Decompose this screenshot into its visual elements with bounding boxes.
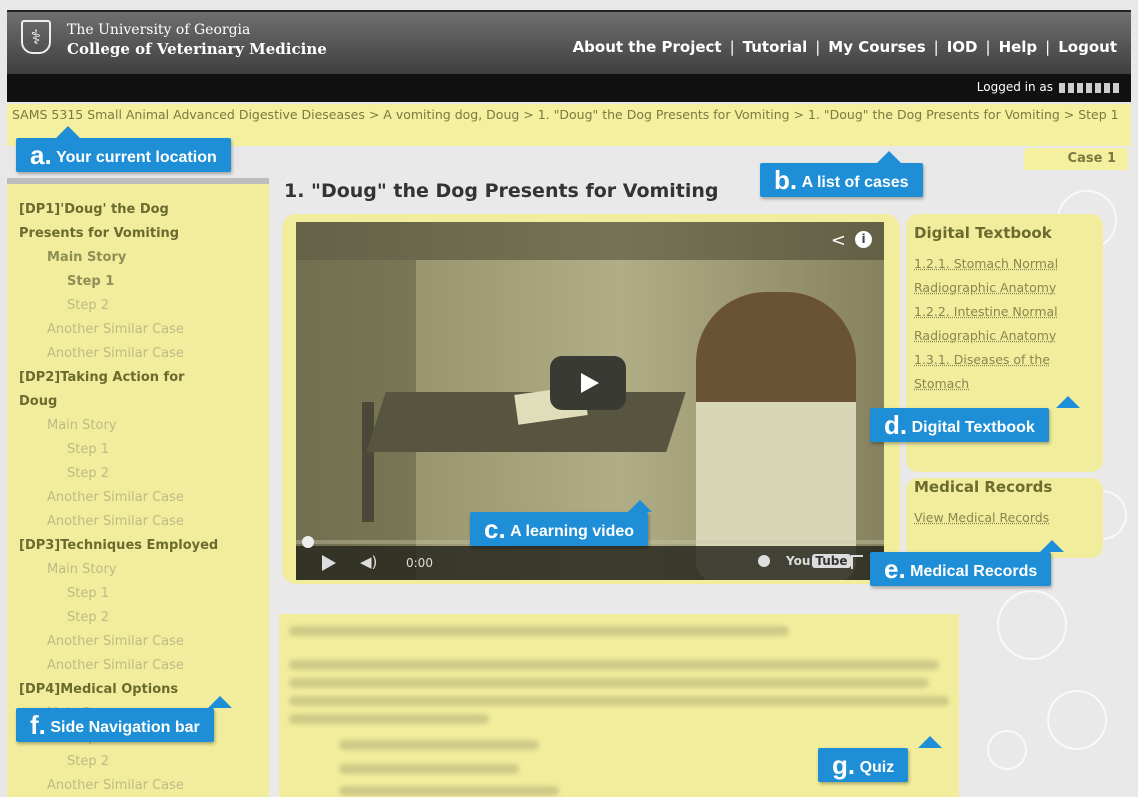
medical-records-panel: Medical Records View Medical Records bbox=[906, 478, 1103, 558]
site-header: ⚕ The University of Georgia College of V… bbox=[7, 10, 1131, 74]
sidebar-similar-case-item[interactable]: Another Similar Case bbox=[7, 486, 269, 510]
callout-current-location: a. Your current location bbox=[16, 126, 231, 172]
nav-tutorial[interactable]: Tutorial bbox=[743, 38, 808, 56]
textbook-link[interactable]: Radiographic Anatomy bbox=[914, 276, 1095, 300]
volume-icon[interactable]: ◀) bbox=[360, 553, 377, 571]
sidebar-step-item[interactable]: Step 1 bbox=[7, 438, 269, 462]
video-time: 0:00 bbox=[406, 556, 433, 570]
sidebar-main-story-item[interactable]: Main Story bbox=[7, 246, 269, 270]
callout-case-list: b. A list of cases bbox=[760, 151, 923, 197]
textbook-link[interactable]: Radiographic Anatomy bbox=[914, 324, 1095, 348]
callout-digital-textbook: d. Digital Textbook bbox=[870, 396, 1080, 442]
nav-separator: | bbox=[1045, 38, 1051, 56]
sidebar-similar-case-item[interactable]: Another Similar Case bbox=[7, 630, 269, 654]
case-tab[interactable]: Case 1 bbox=[1024, 148, 1128, 170]
sidebar-similar-case-item[interactable]: Another Similar Case bbox=[7, 774, 269, 797]
sidebar-step-item[interactable]: Step 1 bbox=[7, 582, 269, 606]
watch-later-icon[interactable] bbox=[758, 555, 770, 567]
swirl-decoration bbox=[997, 590, 1067, 660]
nav-separator: | bbox=[729, 38, 735, 56]
callout-medical-records: e. Medical Records bbox=[870, 540, 1065, 586]
callout-learning-video: c. A learning video bbox=[470, 500, 653, 546]
sidebar-step-item[interactable]: Step 1 bbox=[7, 270, 269, 294]
sidebar-main-story-item[interactable]: Main Story bbox=[7, 414, 269, 438]
sidebar-similar-case-item[interactable]: Another Similar Case bbox=[7, 342, 269, 366]
blurred-text bbox=[339, 786, 559, 796]
callout-quiz: g. Quiz bbox=[818, 736, 943, 782]
nav-logout[interactable]: Logout bbox=[1058, 38, 1117, 56]
play-button[interactable] bbox=[550, 356, 626, 410]
blurred-text bbox=[289, 626, 789, 636]
view-medical-records-link[interactable]: View Medical Records bbox=[914, 506, 1095, 530]
video-controls: ◀) 0:00 You Tube bbox=[296, 536, 884, 580]
login-bar: Logged in as bbox=[7, 74, 1131, 102]
records-heading: Medical Records bbox=[914, 478, 1053, 496]
blurred-text bbox=[289, 714, 489, 724]
callout-side-navigation: f. Side Navigation bar bbox=[16, 696, 232, 742]
textbook-heading: Digital Textbook bbox=[914, 224, 1052, 242]
blurred-text bbox=[339, 764, 519, 774]
nav-separator: | bbox=[815, 38, 821, 56]
nav-separator: | bbox=[933, 38, 939, 56]
blurred-text bbox=[339, 740, 539, 750]
video-scene bbox=[362, 402, 374, 522]
sidebar-similar-case-item[interactable]: Another Similar Case bbox=[7, 318, 269, 342]
university-name: The University of Georgia bbox=[67, 22, 251, 38]
swirl-decoration bbox=[987, 730, 1027, 770]
youtube-logo[interactable]: You Tube bbox=[786, 554, 851, 568]
sidebar-case-item[interactable]: [DP2]Taking Action for bbox=[7, 366, 269, 390]
nav-about[interactable]: About the Project bbox=[573, 38, 722, 56]
sidebar-step-item[interactable]: Step 2 bbox=[7, 462, 269, 486]
nav-iod[interactable]: IOD bbox=[947, 38, 978, 56]
nav-my-courses[interactable]: My Courses bbox=[828, 38, 925, 56]
swirl-decoration bbox=[1047, 690, 1107, 750]
nav-separator: | bbox=[985, 38, 991, 56]
textbook-link[interactable]: 1.2.1. Stomach Normal bbox=[914, 252, 1095, 276]
fullscreen-icon[interactable] bbox=[851, 555, 863, 569]
blurred-text bbox=[289, 696, 949, 706]
sidebar-case-item[interactable]: Presents for Vomiting bbox=[7, 222, 269, 246]
university-seal-icon[interactable]: ⚕ bbox=[21, 20, 51, 54]
sidebar-step-item[interactable]: Step 2 bbox=[7, 294, 269, 318]
sidebar-similar-case-item[interactable]: Another Similar Case bbox=[7, 654, 269, 678]
sidebar-step-item[interactable]: Step 2 bbox=[7, 750, 269, 774]
blurred-text bbox=[289, 678, 929, 688]
video-progress-knob[interactable] bbox=[302, 536, 314, 548]
sidebar-main-story-item[interactable]: Main Story bbox=[7, 558, 269, 582]
textbook-link[interactable]: 1.2.2. Intestine Normal bbox=[914, 300, 1095, 324]
info-icon[interactable]: i bbox=[855, 231, 872, 248]
blurred-text bbox=[289, 660, 939, 670]
sidebar-step-item[interactable]: Step 2 bbox=[7, 606, 269, 630]
video-top-bar bbox=[296, 222, 884, 260]
logged-in-status: Logged in as bbox=[977, 80, 1121, 94]
college-name: College of Veterinary Medicine bbox=[67, 40, 327, 58]
sidebar-case-item[interactable]: [DP3]Techniques Employed bbox=[7, 534, 269, 558]
sidebar-case-item[interactable]: Doug bbox=[7, 390, 269, 414]
sidebar-case-item[interactable]: [DP1]'Doug' the Dog bbox=[7, 198, 269, 222]
textbook-link[interactable]: Stomach bbox=[914, 372, 1095, 396]
play-icon[interactable] bbox=[322, 555, 336, 571]
textbook-link[interactable]: 1.3.1. Diseases of the bbox=[914, 348, 1095, 372]
share-icon[interactable]: < bbox=[831, 230, 846, 251]
top-nav: About the Project | Tutorial | My Course… bbox=[573, 38, 1117, 56]
sidebar-similar-case-item[interactable]: Another Similar Case bbox=[7, 510, 269, 534]
video-scene bbox=[696, 292, 856, 580]
nav-help[interactable]: Help bbox=[999, 38, 1038, 56]
page-title: 1. "Doug" the Dog Presents for Vomiting bbox=[284, 180, 719, 202]
username-redacted bbox=[1059, 82, 1121, 93]
